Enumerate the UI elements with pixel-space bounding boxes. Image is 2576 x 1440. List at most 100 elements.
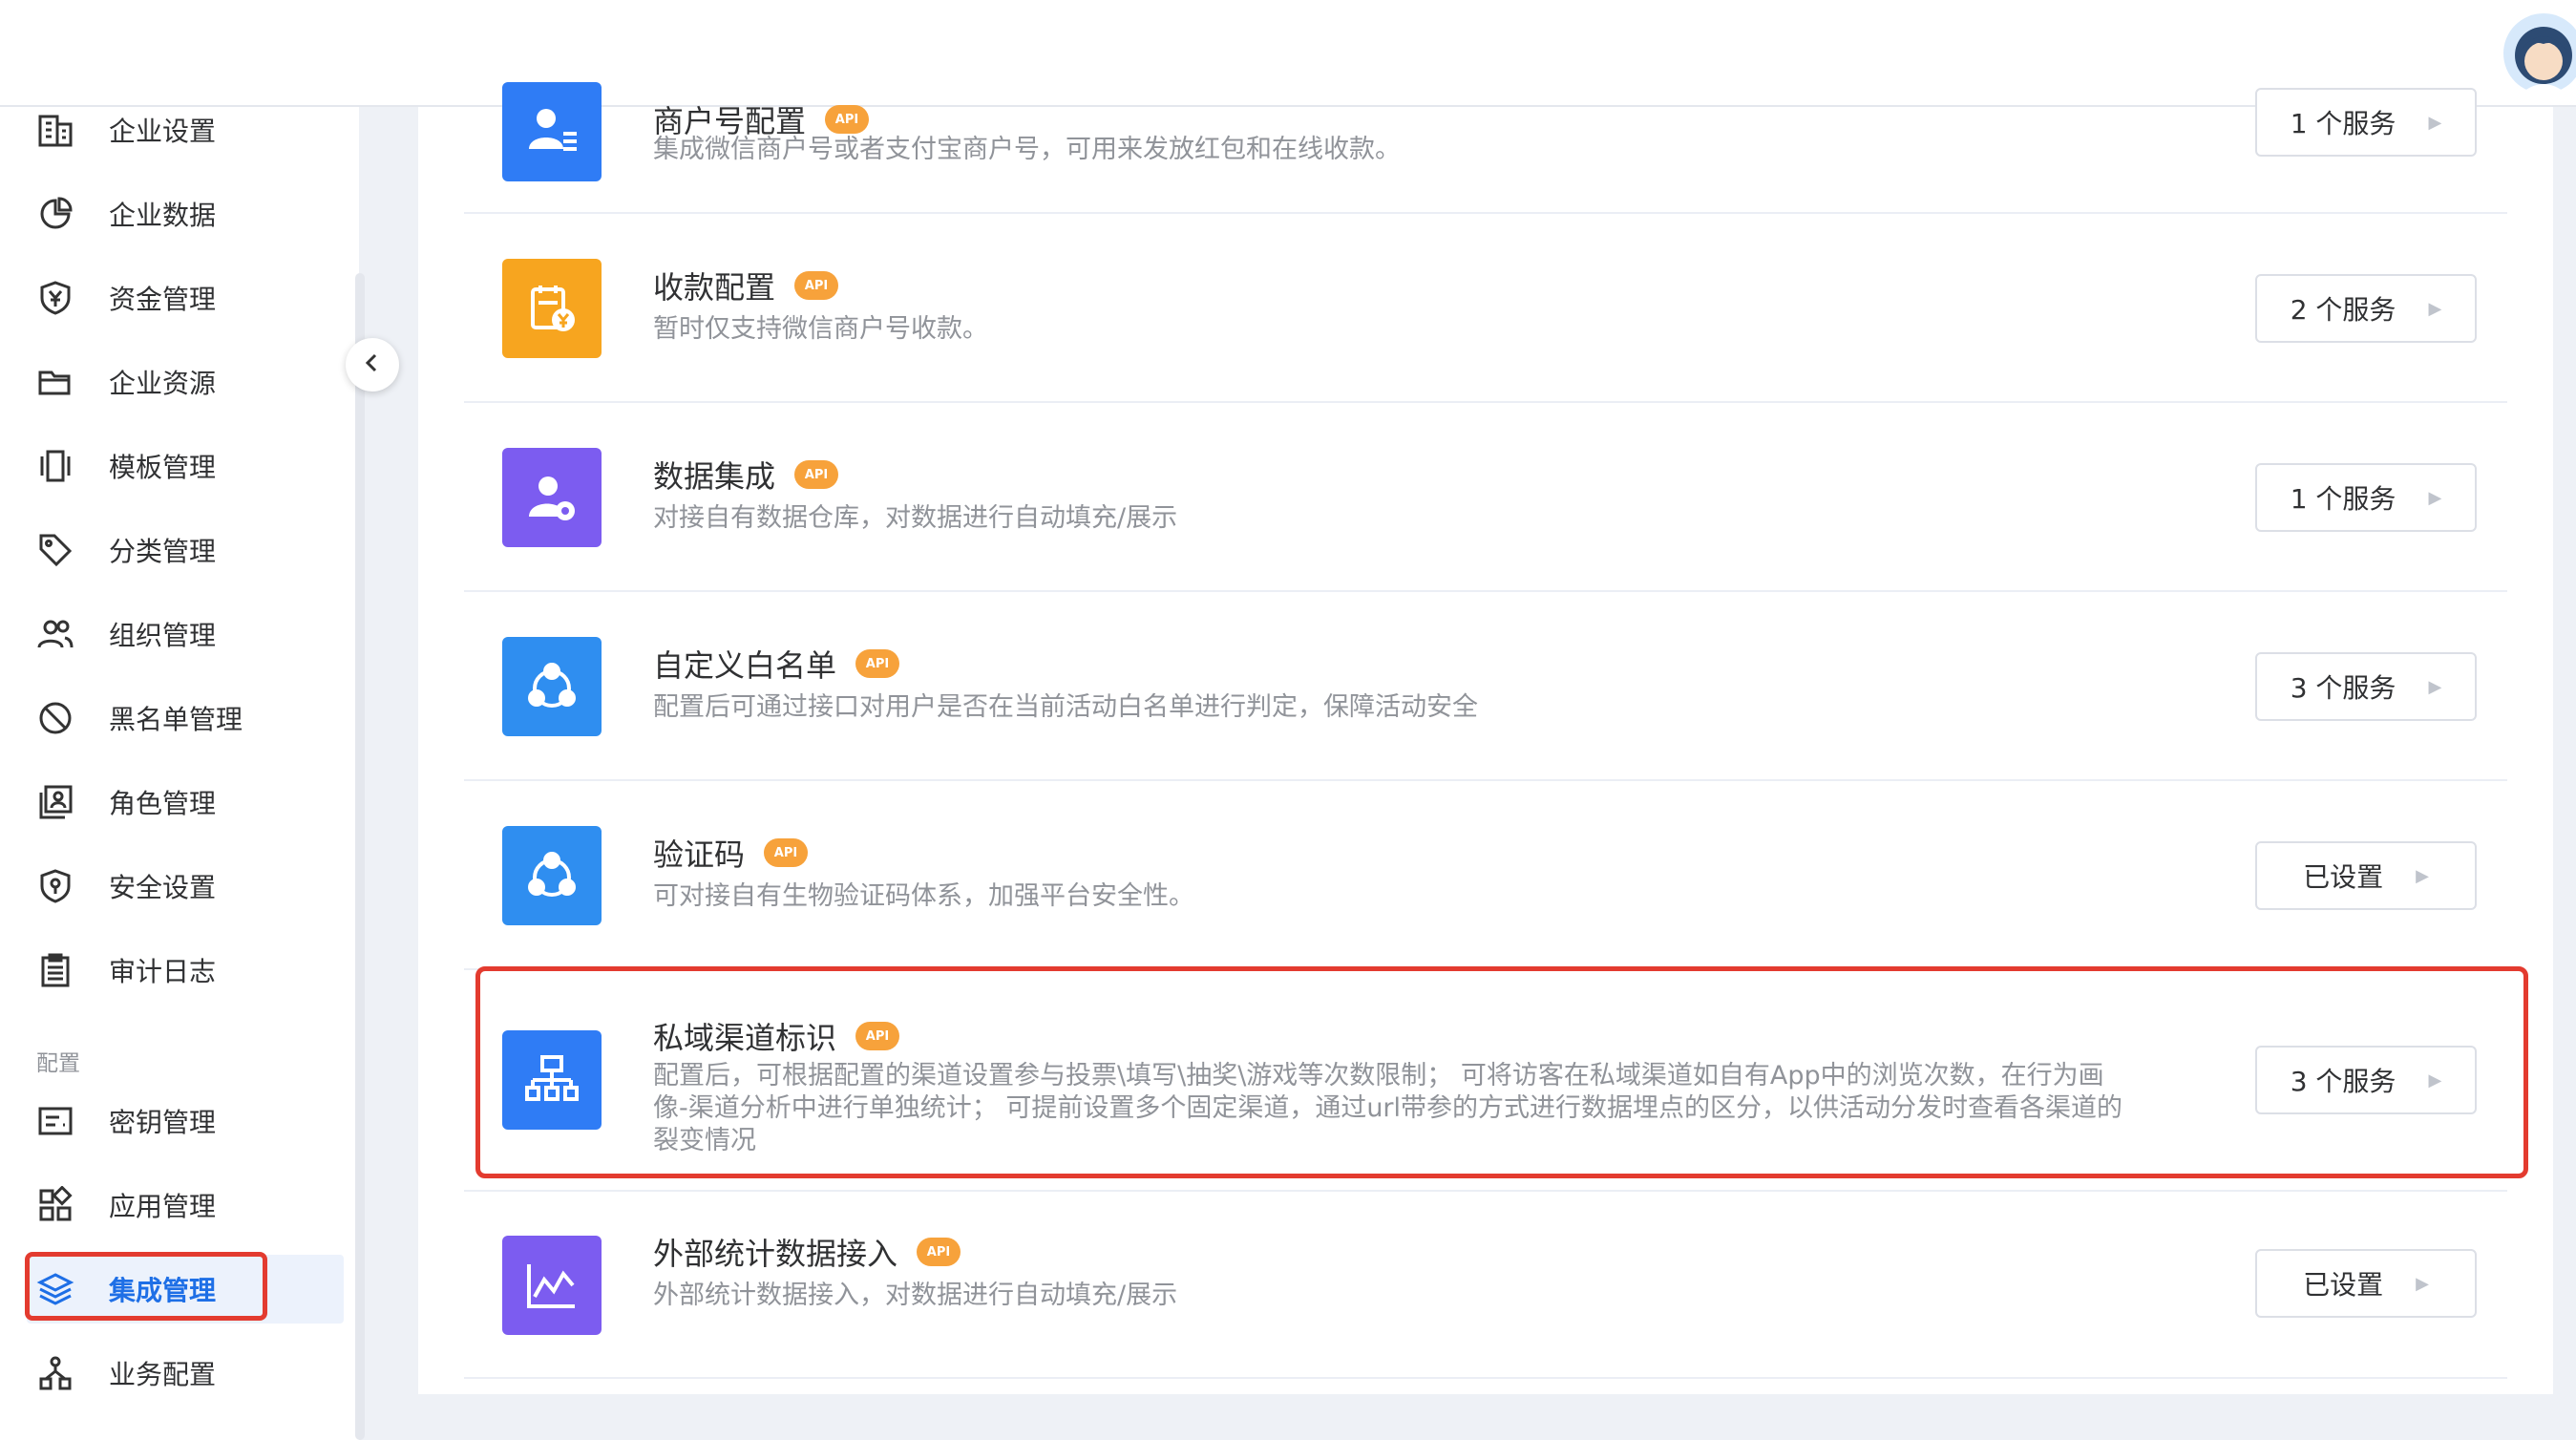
sidebar-item-enterprise-data[interactable]: 企业数据 xyxy=(27,180,344,248)
pie-chart-icon xyxy=(27,180,84,248)
template-icon xyxy=(27,432,84,500)
caret-right-icon: ▶ xyxy=(2428,487,2442,508)
api-badge: API xyxy=(825,105,870,134)
integration-description: 配置后可通过接口对用户是否在当前活动白名单进行判定，保障活动安全 xyxy=(653,692,1478,722)
sidebar-item-label: 分类管理 xyxy=(109,536,217,567)
api-badge: API xyxy=(764,838,809,867)
sidebar-item-blacklist-management[interactable]: 黑名单管理 xyxy=(27,684,344,752)
sidebar-item-enterprise-resources[interactable]: 企业资源 xyxy=(27,348,344,416)
building-icon xyxy=(27,95,84,164)
sidebar-item-label: 集成管理 xyxy=(109,1275,217,1306)
integration-row-external-stats: 外部统计数据接入 API 外部统计数据接入，对数据进行自动填充/展示 已设置 ▶ xyxy=(464,1192,2507,1379)
integration-row-merchant: 商户号配置 API 集成微信商户号或者支付宝商户号，可用来发放红包和在线收款。 1… xyxy=(464,82,2507,214)
sidebar-item-key-management[interactable]: 密钥管理 xyxy=(27,1087,344,1155)
sidebar-item-label: 企业数据 xyxy=(109,200,217,231)
services-button[interactable]: 3 个服务 ▶ xyxy=(2255,1046,2477,1114)
tag-icon xyxy=(27,516,84,584)
sidebar-item-label: 密钥管理 xyxy=(109,1107,217,1138)
caret-right-icon: ▶ xyxy=(2428,298,2442,319)
user-gear-icon xyxy=(502,448,602,547)
integration-panel: 商户号配置 API 集成微信商户号或者支付宝商户号，可用来发放红包和在线收款。 1… xyxy=(418,82,2553,1394)
configured-button[interactable]: 已设置 ▶ xyxy=(2255,841,2477,910)
api-badge: API xyxy=(855,1022,900,1050)
share-icon xyxy=(502,637,602,736)
integration-row-captcha: 验证码 API 可对接自有生物验证码体系，加强平台安全性。 已设置 ▶ xyxy=(464,781,2507,970)
api-badge: API xyxy=(917,1238,961,1266)
integration-title: 验证码 API xyxy=(653,831,809,875)
sidebar-item-enterprise-settings[interactable]: 企业设置 xyxy=(27,95,344,164)
sidebar-item-label: 审计日志 xyxy=(109,956,217,987)
sidebar-group-label: 配置 xyxy=(36,1051,80,1076)
folder-icon xyxy=(27,348,84,416)
integration-title: 数据集成 API xyxy=(653,453,839,497)
sidebar-item-organization-management[interactable]: 组织管理 xyxy=(27,600,344,668)
integration-description: 配置后，可根据配置的渠道设置参与投票\填写\抽奖\游戏等次数限制； 可将访客在私… xyxy=(653,1061,2123,1155)
layers-icon xyxy=(27,1255,84,1324)
sidebar-item-label: 企业设置 xyxy=(109,116,217,147)
services-button[interactable]: 1 个服务 ▶ xyxy=(2255,463,2477,532)
sidebar-item-label: 角色管理 xyxy=(109,788,217,819)
chevron-left-icon xyxy=(361,351,384,378)
integration-description: 外部统计数据接入，对数据进行自动填充/展示 xyxy=(653,1281,1178,1310)
sidebar-item-label: 资金管理 xyxy=(109,284,217,315)
network-icon xyxy=(27,1339,84,1408)
user-avatar[interactable] xyxy=(2500,8,2576,99)
integration-description: 对接自有数据仓库，对数据进行自动填充/展示 xyxy=(653,503,1178,533)
integration-title: 自定义白名单 API xyxy=(653,642,900,686)
key-card-icon xyxy=(27,1087,84,1155)
sidebar-item-audit-log[interactable]: 审计日志 xyxy=(27,936,344,1005)
caret-right-icon: ▶ xyxy=(2428,676,2442,697)
sidebar-item-role-management[interactable]: 角色管理 xyxy=(27,768,344,836)
payment-icon xyxy=(502,259,602,358)
integration-row-whitelist: 自定义白名单 API 配置后可通过接口对用户是否在当前活动白名单进行判定，保障活动… xyxy=(464,592,2507,781)
integration-title: 外部统计数据接入 API xyxy=(653,1230,961,1274)
caret-right-icon: ▶ xyxy=(2416,1273,2429,1294)
sidebar-scrollbar[interactable] xyxy=(355,273,365,1440)
sidebar-item-fund-management[interactable]: 资金管理 xyxy=(27,264,344,332)
services-button[interactable]: 2 个服务 ▶ xyxy=(2255,274,2477,343)
sidebar-item-label: 应用管理 xyxy=(109,1191,217,1222)
services-button[interactable]: 1 个服务 ▶ xyxy=(2255,88,2477,157)
sidebar-item-business-config[interactable]: 业务配置 xyxy=(27,1339,344,1408)
integration-description: 可对接自有生物验证码体系，加强平台安全性。 xyxy=(653,881,1194,911)
sidebar-item-label: 模板管理 xyxy=(109,452,217,483)
share-icon xyxy=(502,826,602,925)
sidebar-item-category-management[interactable]: 分类管理 xyxy=(27,516,344,584)
yuan-shield-icon xyxy=(27,264,84,332)
integration-description: 集成微信商户号或者支付宝商户号，可用来发放红包和在线收款。 xyxy=(653,135,1401,164)
sidebar-item-label: 企业资源 xyxy=(109,368,217,399)
api-badge: API xyxy=(794,460,839,489)
id-card-icon xyxy=(27,768,84,836)
sidebar-item-template-management[interactable]: 模板管理 xyxy=(27,432,344,500)
api-badge: API xyxy=(855,649,900,678)
sidebar-item-integration-management[interactable]: 集成管理 xyxy=(27,1255,344,1324)
collapse-sidebar-button[interactable] xyxy=(346,338,399,392)
line-chart-icon xyxy=(502,1236,602,1335)
hierarchy-icon xyxy=(502,1030,602,1130)
integration-row-private-channel: 私域渠道标识 API 配置后，可根据配置的渠道设置参与投票\填写\抽奖\游戏等次数… xyxy=(464,970,2507,1192)
users-icon xyxy=(27,600,84,668)
configured-button[interactable]: 已设置 ▶ xyxy=(2255,1249,2477,1318)
apps-icon xyxy=(27,1171,84,1239)
integration-title: 收款配置 API xyxy=(653,264,839,307)
top-bar xyxy=(0,0,2576,107)
clipboard-icon xyxy=(27,936,84,1005)
api-badge: API xyxy=(794,271,839,300)
sidebar-item-label: 安全设置 xyxy=(109,872,217,903)
sidebar-item-label: 组织管理 xyxy=(109,620,217,651)
integration-title: 私域渠道标识 API xyxy=(653,1014,900,1058)
caret-right-icon: ▶ xyxy=(2416,865,2429,886)
merchant-icon xyxy=(502,82,602,181)
sidebar-item-label: 黑名单管理 xyxy=(109,704,243,735)
sidebar-item-security-settings[interactable]: 安全设置 xyxy=(27,852,344,921)
services-button[interactable]: 3 个服务 ▶ xyxy=(2255,652,2477,721)
sidebar-item-label: 业务配置 xyxy=(109,1359,217,1390)
block-icon xyxy=(27,684,84,752)
integration-row-data: 数据集成 API 对接自有数据仓库，对数据进行自动填充/展示 1 个服务 ▶ xyxy=(464,403,2507,592)
sidebar-item-app-management[interactable]: 应用管理 xyxy=(27,1171,344,1239)
integration-description: 暂时仅支持微信商户号收款。 xyxy=(653,314,988,344)
caret-right-icon: ▶ xyxy=(2428,1069,2442,1091)
caret-right-icon: ▶ xyxy=(2428,112,2442,133)
integration-row-payment: 收款配置 API 暂时仅支持微信商户号收款。 2 个服务 ▶ xyxy=(464,214,2507,403)
shield-icon xyxy=(27,852,84,921)
